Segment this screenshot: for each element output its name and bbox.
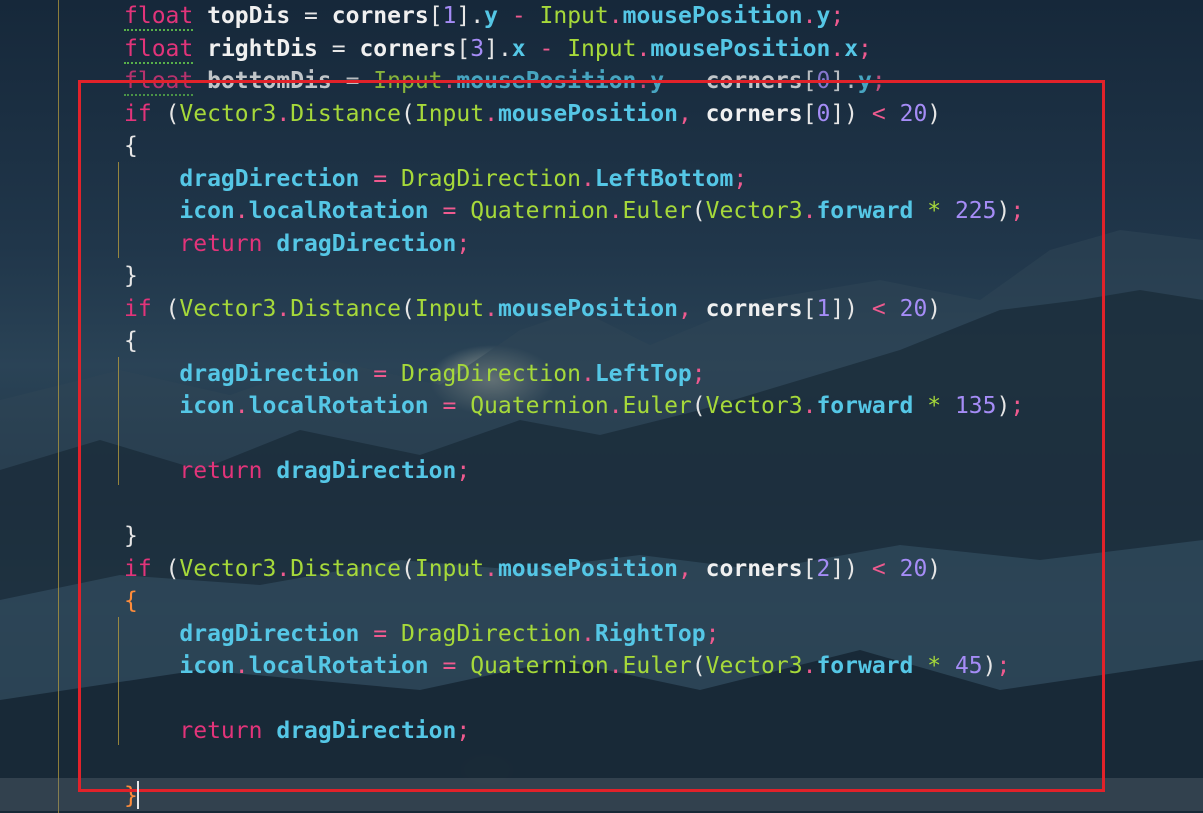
code-token: - (497, 3, 540, 29)
code-token: x (511, 35, 526, 62)
code-token: . (608, 3, 623, 29)
code-token: = (290, 3, 332, 29)
code-token: topDis (207, 3, 291, 29)
code-editor[interactable]: float topDis = corners[1].y - Input.mous… (0, 0, 1203, 813)
gutter-indent-line (58, 0, 59, 813)
code-token: float (124, 35, 194, 64)
code-token: ]. (484, 35, 512, 62)
code-token: float (124, 3, 194, 31)
code-token: Input (567, 35, 637, 62)
code-token: ]. (456, 3, 485, 29)
text-cursor (137, 781, 139, 809)
code-token: 3 (470, 35, 485, 62)
code-token: ; (830, 3, 845, 29)
code-token: corners (359, 35, 457, 62)
code-token: [ (428, 3, 443, 29)
code-token: mousePosition (622, 3, 803, 29)
code-token: 1 (442, 3, 457, 29)
code-token: [ (456, 35, 471, 62)
code-line[interactable]: float rightDis = corners[3].x - Input.mo… (124, 33, 872, 65)
code-token: . (802, 3, 817, 29)
code-token: . (830, 35, 845, 62)
code-token: - (525, 35, 568, 62)
code-token: x (844, 35, 859, 62)
code-token: corners (331, 3, 429, 29)
code-token: Input (539, 3, 609, 29)
code-token: . (636, 35, 651, 62)
code-token: mousePosition (650, 35, 831, 62)
code-token: y (816, 3, 831, 29)
code-token: ; (858, 35, 872, 62)
code-token: = (317, 35, 360, 62)
code-line[interactable]: float topDis = corners[1].y - Input.mous… (124, 0, 844, 32)
highlight-rectangle (78, 80, 1105, 792)
code-token: rightDis (207, 35, 318, 62)
code-token: y (484, 3, 498, 29)
